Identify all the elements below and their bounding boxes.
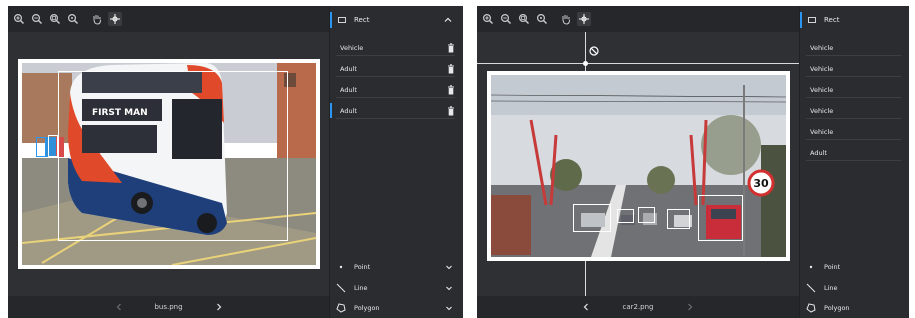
line-tool[interactable]: Line [806, 279, 901, 297]
label-name: Vehicle [810, 106, 834, 115]
bbox-adult[interactable] [48, 135, 58, 157]
bus-photo: FIRST MAN [18, 59, 320, 269]
point-tool-label: Point [824, 263, 841, 271]
polygon-tool-label: Polygon [354, 304, 380, 312]
point-tool[interactable]: Point [806, 258, 901, 276]
trash-icon[interactable] [447, 106, 455, 116]
image-filename: bus.png [154, 303, 183, 311]
label-row[interactable]: Vehicle [806, 61, 901, 77]
image-nav-bar: car2.png [477, 296, 799, 318]
label-row-selected[interactable]: Adult [330, 103, 455, 119]
road-photo: 30 [487, 71, 790, 261]
polygon-tool[interactable]: Polygon [806, 299, 901, 317]
toolbar [477, 6, 799, 32]
label-name: Adult [810, 148, 827, 157]
speed-sign-text: 30 [753, 177, 769, 190]
crosshair-icon[interactable] [108, 12, 122, 26]
chevron-down-icon[interactable] [445, 304, 453, 312]
point-tool[interactable]: Point [336, 258, 455, 276]
label-name: Adult [340, 85, 357, 94]
bbox-vehicle[interactable] [617, 209, 634, 223]
crosshair-horizontal-guide [477, 63, 799, 64]
label-name: Adult [340, 64, 357, 73]
chevron-down-icon[interactable] [445, 263, 453, 271]
label-row[interactable]: Vehicle [336, 40, 455, 56]
label-row[interactable]: Adult [336, 61, 455, 77]
next-image-button[interactable] [212, 300, 226, 314]
next-image-button[interactable] [683, 300, 697, 314]
crosshair-icon[interactable] [577, 12, 591, 26]
chevron-up-icon[interactable] [443, 15, 453, 25]
zoom-reset-icon[interactable] [66, 12, 80, 26]
prev-image-button[interactable] [112, 300, 126, 314]
active-indicator [330, 12, 332, 28]
polygon-icon [806, 303, 816, 313]
zoom-in-icon[interactable] [481, 12, 495, 26]
hand-icon[interactable] [559, 12, 573, 26]
point-tool-label: Point [354, 263, 371, 271]
zoom-reset-icon[interactable] [535, 12, 549, 26]
label-row[interactable]: Vehicle [806, 124, 901, 140]
active-indicator [800, 12, 802, 28]
toolbar [8, 6, 329, 32]
polygon-tool[interactable]: Polygon [336, 299, 455, 317]
annotation-panel-right: 30 car2.png Rect Vehicle Vehicle Vehicle… [477, 6, 909, 318]
rect-tool-header[interactable]: Rect [800, 10, 909, 30]
point-icon [336, 262, 346, 272]
rect-tool-label: Rect [354, 16, 370, 24]
annotation-panel-left: FIRST MAN bus.png Rect Vehicle Adult Adu… [8, 6, 463, 318]
rectangle-icon [808, 17, 816, 23]
bbox-adult[interactable] [36, 137, 46, 157]
polygon-icon [336, 303, 346, 313]
label-row[interactable]: Vehicle [806, 103, 901, 119]
polygon-tool-label: Polygon [824, 304, 850, 312]
hand-icon[interactable] [90, 12, 104, 26]
trash-icon[interactable] [447, 85, 455, 95]
bbox-vehicle[interactable] [573, 204, 611, 232]
label-row[interactable]: Adult [336, 82, 455, 98]
zoom-fit-icon[interactable] [517, 12, 531, 26]
bbox-vehicle[interactable] [638, 207, 655, 223]
zoom-out-icon[interactable] [499, 12, 513, 26]
prev-image-button[interactable] [579, 300, 593, 314]
line-icon [806, 283, 816, 293]
bbox-vehicle[interactable] [698, 195, 743, 241]
rect-tool-header[interactable]: Rect [330, 10, 463, 30]
image-filename: car2.png [622, 303, 654, 311]
bbox-vehicle[interactable] [58, 71, 288, 241]
not-allowed-icon [589, 46, 599, 56]
line-tool[interactable]: Line [336, 279, 455, 297]
label-sidebar: Rect Vehicle Adult Adult Adult Point Lin… [329, 6, 463, 318]
label-name: Vehicle [810, 85, 834, 94]
trash-icon[interactable] [447, 43, 455, 53]
label-name: Vehicle [810, 43, 834, 52]
line-icon [336, 283, 346, 293]
zoom-out-icon[interactable] [30, 12, 44, 26]
rectangle-icon [338, 17, 346, 23]
line-tool-label: Line [354, 284, 368, 292]
label-row[interactable]: Adult [806, 145, 901, 161]
trash-icon[interactable] [447, 64, 455, 74]
label-row[interactable]: Vehicle [806, 82, 901, 98]
zoom-in-icon[interactable] [12, 12, 26, 26]
image-nav-bar: bus.png [8, 296, 329, 318]
label-name: Vehicle [810, 127, 834, 136]
crosshair-center-dot [583, 61, 588, 66]
rect-tool-label: Rect [824, 16, 840, 24]
bbox-vehicle[interactable] [667, 209, 690, 229]
label-sidebar: Rect Vehicle Vehicle Vehicle Vehicle Veh… [799, 6, 909, 318]
point-icon [806, 262, 816, 272]
label-row[interactable]: Vehicle [806, 40, 901, 56]
chevron-down-icon[interactable] [445, 284, 453, 292]
label-name: Adult [340, 106, 357, 115]
line-tool-label: Line [824, 284, 838, 292]
label-name: Vehicle [810, 64, 834, 73]
zoom-fit-icon[interactable] [48, 12, 62, 26]
label-name: Vehicle [340, 43, 364, 52]
